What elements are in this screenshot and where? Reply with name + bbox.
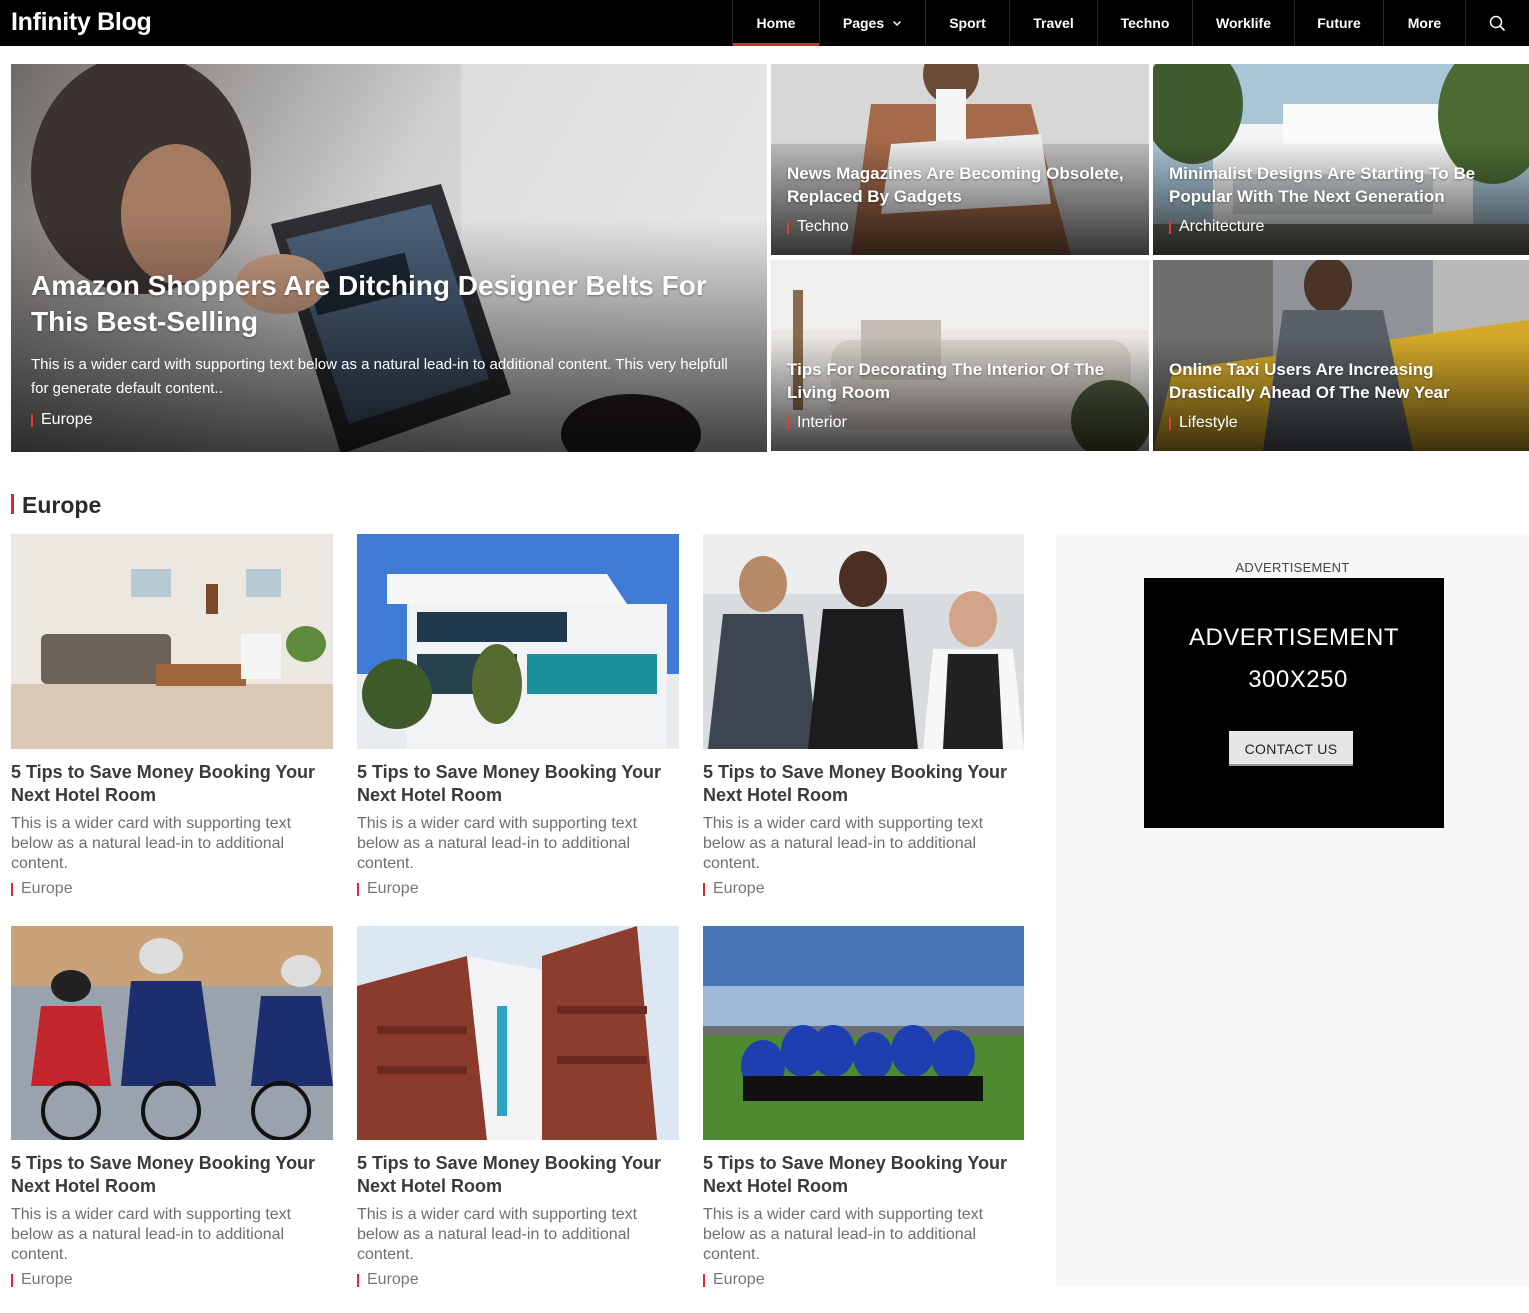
- hero-tile-card[interactable]: Online Taxi Users Are Increasing Drastic…: [1153, 260, 1529, 451]
- modern-building-image: [357, 534, 679, 749]
- nav-item-pages[interactable]: Pages: [819, 0, 925, 46]
- card-title[interactable]: 5 Tips to Save Money Booking Your Next H…: [703, 1152, 1025, 1198]
- cyclists-image: [11, 926, 333, 1140]
- article-card[interactable]: 5 Tips to Save Money Booking Your Next H…: [11, 926, 333, 1289]
- hero-tile-title[interactable]: News Magazines Are Becoming Obsolete, Re…: [787, 162, 1139, 208]
- card-image[interactable]: [357, 534, 679, 749]
- card-description: This is a wider card with supporting tex…: [357, 815, 638, 872]
- ad-size: 300X250: [1248, 666, 1348, 693]
- interview-image: [703, 534, 1024, 749]
- hero-tile-card[interactable]: News Magazines Are Becoming Obsolete, Re…: [771, 64, 1149, 255]
- card-category[interactable]: Europe: [703, 880, 1025, 898]
- soccer-team-image: [703, 926, 1024, 1140]
- section-title: Europe: [11, 492, 101, 519]
- card-image[interactable]: [11, 926, 333, 1140]
- nav-item-label: Techno: [1120, 15, 1170, 31]
- card-category[interactable]: Europe: [703, 1271, 1025, 1289]
- nav-item-travel[interactable]: Travel: [1009, 0, 1097, 46]
- card-description: This is a wider card with supporting tex…: [11, 1206, 292, 1263]
- card-title[interactable]: 5 Tips to Save Money Booking Your Next H…: [11, 1152, 333, 1198]
- hero-tile-category[interactable]: Techno: [787, 218, 849, 236]
- nav-item-sport[interactable]: Sport: [925, 0, 1009, 46]
- search-button[interactable]: [1465, 0, 1529, 46]
- article-card[interactable]: 5 Tips to Save Money Booking Your Next H…: [703, 926, 1025, 1289]
- card-description: This is a wider card with supporting tex…: [703, 1206, 984, 1263]
- card-title[interactable]: 5 Tips to Save Money Booking Your Next H…: [357, 761, 679, 807]
- card-title[interactable]: 5 Tips to Save Money Booking Your Next H…: [703, 761, 1025, 807]
- hero-tile-title[interactable]: Tips For Decorating The Interior Of The …: [787, 358, 1139, 404]
- nav-item-label: Worklife: [1216, 15, 1271, 31]
- nav-item-label: More: [1407, 15, 1442, 31]
- main-nav: Home Pages Sport Travel Techno Worklife …: [732, 0, 1529, 46]
- hero-tile-category[interactable]: Architecture: [1169, 218, 1264, 236]
- article-card[interactable]: 5 Tips to Save Money Booking Your Next H…: [703, 534, 1025, 898]
- card-description: This is a wider card with supporting tex…: [703, 815, 984, 872]
- card-title[interactable]: 5 Tips to Save Money Booking Your Next H…: [11, 761, 333, 807]
- card-category[interactable]: Europe: [11, 880, 333, 898]
- ad-banner[interactable]: ADVERTISEMENT 300X250 CONTACT US: [1144, 578, 1444, 828]
- nav-item-label: Future: [1317, 15, 1361, 31]
- article-card[interactable]: 5 Tips to Save Money Booking Your Next H…: [11, 534, 333, 898]
- hero-main-description: This is a wider card with supporting tex…: [31, 356, 728, 397]
- card-image[interactable]: [357, 926, 679, 1140]
- card-title[interactable]: 5 Tips to Save Money Booking Your Next H…: [357, 1152, 679, 1198]
- nav-item-label: Sport: [949, 15, 986, 31]
- hero-tile-category[interactable]: Interior: [787, 414, 847, 432]
- nav-item-home[interactable]: Home: [732, 0, 819, 46]
- card-category[interactable]: Europe: [357, 880, 679, 898]
- nav-item-label: Travel: [1033, 15, 1074, 31]
- card-image[interactable]: [703, 926, 1025, 1140]
- card-image[interactable]: [703, 534, 1025, 749]
- nav-item-label: Pages: [842, 15, 885, 31]
- living-room-image: [11, 534, 333, 749]
- site-logo[interactable]: Infinity Blog: [11, 8, 152, 37]
- hero-tile-category[interactable]: Lifestyle: [1169, 414, 1238, 432]
- apartment-building-image: [357, 926, 679, 1140]
- card-category[interactable]: Europe: [11, 1271, 333, 1289]
- search-icon: [1489, 15, 1506, 31]
- nav-item-future[interactable]: Future: [1294, 0, 1383, 46]
- hero-main-category[interactable]: Europe: [31, 411, 93, 429]
- ad-title: ADVERTISEMENT: [1188, 624, 1400, 651]
- card-image[interactable]: [11, 534, 333, 749]
- article-card[interactable]: 5 Tips to Save Money Booking Your Next H…: [357, 926, 679, 1289]
- sidebar: ADVERTISEMENT ADVERTISEMENT 300X250 CONT…: [1056, 534, 1529, 1286]
- ad-label: ADVERTISEMENT: [1235, 560, 1350, 575]
- chevron-down-icon: [893, 20, 902, 27]
- card-category[interactable]: Europe: [357, 1271, 679, 1289]
- hero-tile-title[interactable]: Minimalist Designs Are Starting To Be Po…: [1169, 162, 1521, 208]
- nav-item-techno[interactable]: Techno: [1097, 0, 1192, 46]
- hero-tile-card[interactable]: Tips For Decorating The Interior Of The …: [771, 260, 1149, 451]
- nav-item-worklife[interactable]: Worklife: [1192, 0, 1294, 46]
- article-card[interactable]: 5 Tips to Save Money Booking Your Next H…: [357, 534, 679, 898]
- card-description: This is a wider card with supporting tex…: [11, 815, 292, 872]
- hero-main-title[interactable]: Amazon Shoppers Are Ditching Designer Be…: [31, 268, 731, 340]
- contact-us-button[interactable]: CONTACT US: [1229, 731, 1353, 766]
- nav-item-more[interactable]: More: [1383, 0, 1465, 46]
- top-navbar: Infinity Blog Home Pages Sport Travel Te…: [0, 0, 1529, 46]
- hero-main-card[interactable]: Amazon Shoppers Are Ditching Designer Be…: [11, 64, 767, 452]
- nav-item-label: Home: [756, 15, 796, 31]
- card-description: This is a wider card with supporting tex…: [357, 1206, 638, 1263]
- hero-tile-title[interactable]: Online Taxi Users Are Increasing Drastic…: [1169, 358, 1521, 404]
- hero-tile-card[interactable]: Minimalist Designs Are Starting To Be Po…: [1153, 64, 1529, 255]
